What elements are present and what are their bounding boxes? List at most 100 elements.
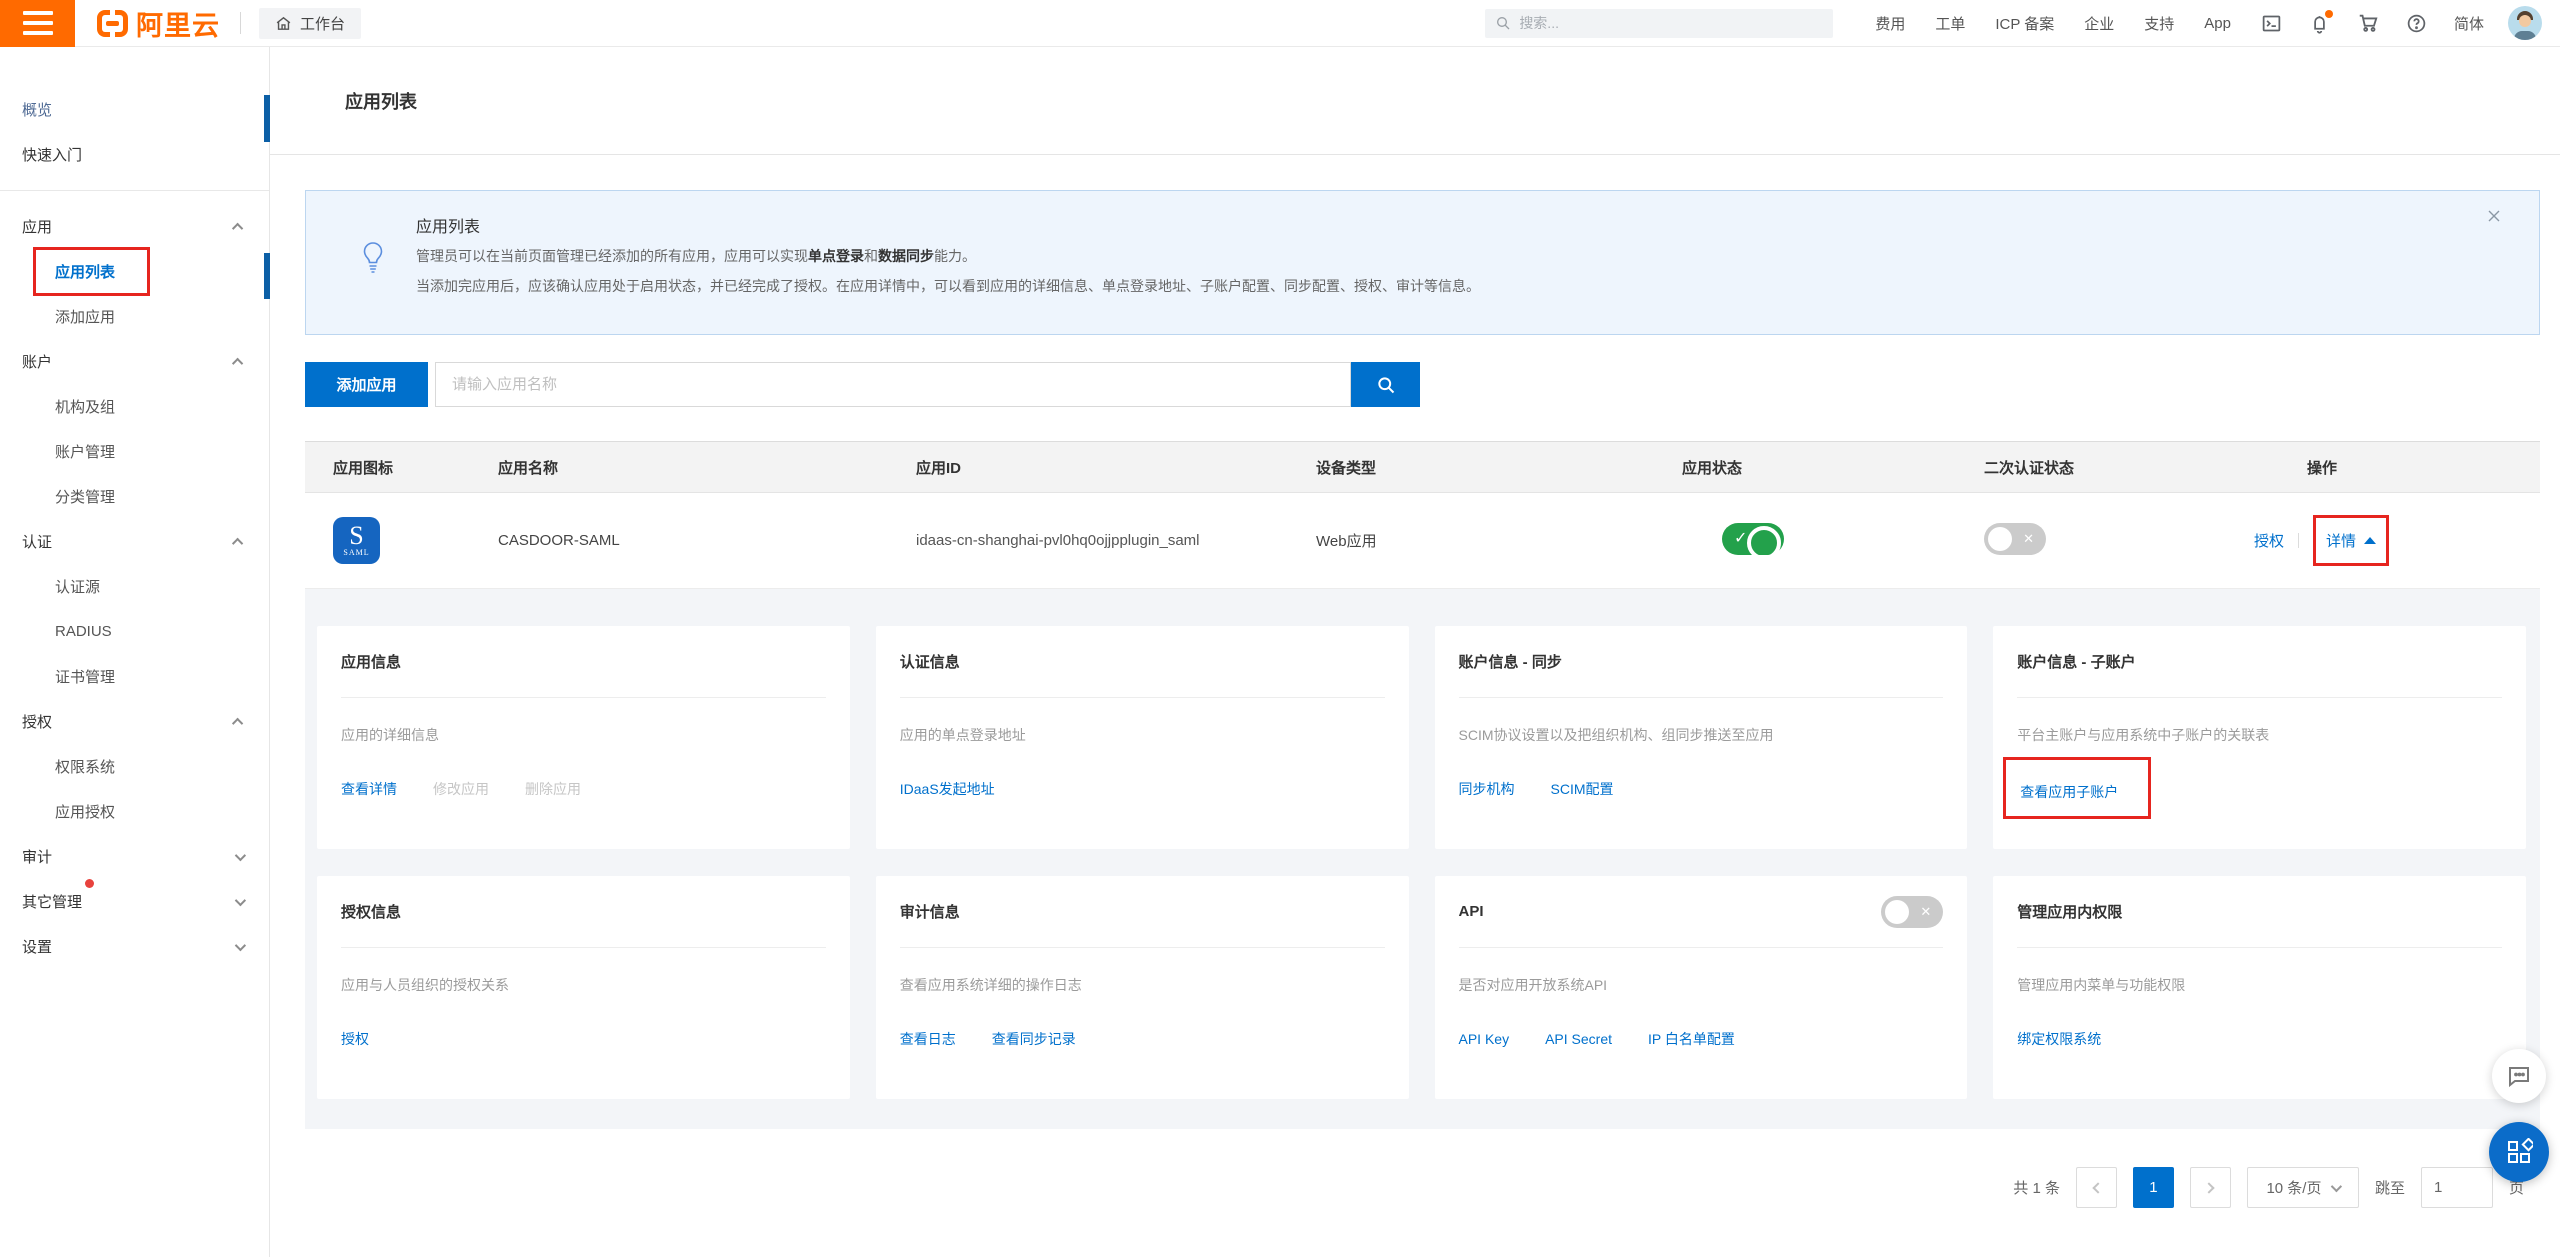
help-icon[interactable]	[2406, 13, 2427, 34]
cloudshell-icon[interactable]	[2261, 13, 2282, 34]
col-header-app-id: 应用ID	[916, 457, 1316, 478]
sidebar: 概览 快速入门 应用 应用列表 添加应用 账户 机构及组 账户管理 分类管理 认…	[0, 47, 270, 1257]
sidebar-group-accounts[interactable]: 账户	[0, 339, 269, 384]
api-toggle-off[interactable]	[1881, 896, 1943, 928]
cart-icon[interactable]	[2357, 12, 2379, 34]
sidebar-item-permission-system[interactable]: 权限系统	[0, 744, 269, 789]
page-size-select[interactable]: 10 条/页	[2247, 1167, 2359, 1208]
sidebar-group-settings[interactable]: 设置	[0, 924, 269, 969]
delete-app-link: 删除应用	[525, 779, 581, 799]
sidebar-group-authentication[interactable]: 认证	[0, 519, 269, 564]
chevron-down-icon	[235, 894, 246, 905]
sidebar-item-category-mgmt[interactable]: 分类管理	[0, 474, 269, 519]
col-header-app-status: 应用状态	[1682, 457, 1984, 478]
jump-to-page-input[interactable]	[2421, 1167, 2493, 1208]
col-header-app-icon: 应用图标	[305, 457, 498, 478]
sidebar-group-authorization[interactable]: 授权	[0, 699, 269, 744]
menu-item-billing[interactable]: 费用	[1875, 13, 1905, 34]
api-key-link[interactable]: API Key	[1459, 1031, 1510, 1047]
toolbar: 添加应用	[305, 362, 2540, 407]
workbench-button[interactable]: 工作台	[259, 8, 361, 39]
sidebar-item-auth-source[interactable]: 认证源	[0, 564, 269, 609]
view-sync-records-link[interactable]: 查看同步记录	[992, 1029, 1076, 1049]
card-title: 认证信息	[900, 651, 960, 672]
chevron-up-icon	[232, 357, 243, 368]
card-desc: 查看应用系统详细的操作日志	[900, 975, 1385, 995]
user-avatar[interactable]	[2508, 6, 2542, 40]
ip-whitelist-link[interactable]: IP 白名单配置	[1648, 1029, 1735, 1049]
sidebar-group-applications[interactable]: 应用	[0, 204, 269, 249]
global-search-input[interactable]: 搜索...	[1485, 9, 1833, 38]
app-search-input[interactable]	[435, 362, 1351, 407]
sync-org-link[interactable]: 同步机构	[1459, 779, 1515, 799]
menu-item-tickets[interactable]: 工单	[1935, 13, 1965, 34]
avatar-shirt	[2514, 31, 2536, 40]
app-status-toggle-on[interactable]	[1722, 523, 1784, 555]
feedback-button[interactable]	[2492, 1049, 2546, 1103]
view-details-link[interactable]: 查看详情	[341, 779, 397, 799]
add-app-button[interactable]: 添加应用	[305, 362, 428, 407]
locale-switch[interactable]: 简体	[2454, 13, 2484, 34]
chevron-up-icon	[232, 717, 243, 728]
next-page-button[interactable]	[2190, 1167, 2231, 1208]
sidebar-group-audit[interactable]: 审计	[0, 834, 269, 879]
sidebar-item-org-groups[interactable]: 机构及组	[0, 384, 269, 429]
sidebar-item-overview[interactable]: 概览	[0, 87, 269, 132]
detail-link[interactable]: 详情	[2326, 530, 2356, 551]
sidebar-item-account-mgmt[interactable]: 账户管理	[0, 429, 269, 474]
sidebar-item-cert-mgmt[interactable]: 证书管理	[0, 654, 269, 699]
menu-item-enterprise[interactable]: 企业	[2084, 13, 2114, 34]
workbench-label: 工作台	[300, 13, 345, 34]
cell-actions: 授权 详情	[2254, 515, 2540, 566]
card-title: 应用信息	[341, 651, 401, 672]
card-account-sync: 账户信息 - 同步 SCIM协议设置以及把组织机构、组同步推送至应用 同步机构 …	[1435, 626, 1968, 849]
card-app-info: 应用信息 应用的详细信息 查看详情 修改应用 删除应用	[317, 626, 850, 849]
menu-item-support[interactable]: 支持	[2144, 13, 2174, 34]
sidebar-group-other-mgmt[interactable]: 其它管理	[0, 879, 269, 924]
search-button[interactable]	[1351, 362, 1420, 407]
top-navbar: 阿里云 工作台 搜索... 费用 工单 ICP 备案 企业 支持 App	[0, 0, 2560, 47]
card-desc: 管理应用内菜单与功能权限	[2017, 975, 2502, 995]
sidebar-item-radius[interactable]: RADIUS	[0, 609, 269, 654]
sidebar-item-app-list[interactable]: 应用列表	[0, 249, 269, 294]
prev-page-button[interactable]	[2076, 1167, 2117, 1208]
card-in-app-permissions: 管理应用内权限 管理应用内菜单与功能权限 绑定权限系统	[1993, 876, 2526, 1099]
current-page-button[interactable]: 1	[2133, 1167, 2174, 1208]
menu-item-icp[interactable]: ICP 备案	[1995, 13, 2054, 34]
card-title: API	[1459, 903, 1484, 920]
api-secret-link[interactable]: API Secret	[1545, 1031, 1612, 1047]
widgets-icon	[2505, 1138, 2533, 1166]
page-header: 应用列表	[270, 47, 2560, 155]
authorize-link[interactable]: 授权	[341, 1029, 369, 1049]
cell-device-type: Web应用	[1316, 530, 1682, 551]
close-icon[interactable]	[2485, 207, 2503, 225]
hamburger-menu-icon[interactable]	[0, 0, 75, 47]
card-desc: 是否对应用开放系统API	[1459, 975, 1944, 995]
search-icon	[1495, 15, 1511, 31]
cell-app-name: CASDOOR-SAML	[498, 532, 916, 549]
divider	[2298, 533, 2299, 548]
idaas-sso-url-link[interactable]: IDaaS发起地址	[900, 779, 995, 799]
widgets-button[interactable]	[2489, 1122, 2549, 1182]
authorize-link[interactable]: 授权	[2254, 530, 2284, 551]
menu-item-app[interactable]: App	[2204, 15, 2231, 32]
saml-app-icon: S SAML	[333, 517, 380, 564]
cell-app-id: idaas-cn-shanghai-pvl0hq0ojjpplugin_saml	[916, 532, 1316, 549]
banner-line-2: 当添加完应用后，应该确认应用处于启用状态，并已经完成了授权。在应用详情中，可以看…	[416, 276, 1480, 297]
card-sub-accounts: 账户信息 - 子账户 平台主账户与应用系统中子账户的关联表 查看应用子账户	[1993, 626, 2526, 849]
bind-permission-system-link[interactable]: 绑定权限系统	[2017, 1029, 2101, 1049]
card-title: 授权信息	[341, 901, 401, 922]
view-logs-link[interactable]: 查看日志	[900, 1029, 956, 1049]
lightbulb-icon	[362, 241, 384, 281]
card-audit-info: 审计信息 查看应用系统详细的操作日志 查看日志 查看同步记录	[876, 876, 1409, 1099]
mfa-status-toggle-off[interactable]	[1984, 523, 2046, 555]
scim-config-link[interactable]: SCIM配置	[1551, 779, 1614, 799]
table-header-row: 应用图标 应用名称 应用ID 设备类型 应用状态 二次认证状态 操作	[305, 441, 2540, 493]
sidebar-item-quickstart[interactable]: 快速入门	[0, 132, 269, 177]
col-header-device-type: 设备类型	[1316, 457, 1682, 478]
sidebar-item-add-app[interactable]: 添加应用	[0, 294, 269, 339]
sidebar-item-app-authorization[interactable]: 应用授权	[0, 789, 269, 834]
notifications-bell-icon[interactable]	[2309, 13, 2330, 34]
aliyun-logo[interactable]: 阿里云	[97, 4, 220, 43]
view-sub-accounts-link[interactable]: 查看应用子账户	[2020, 784, 2118, 800]
